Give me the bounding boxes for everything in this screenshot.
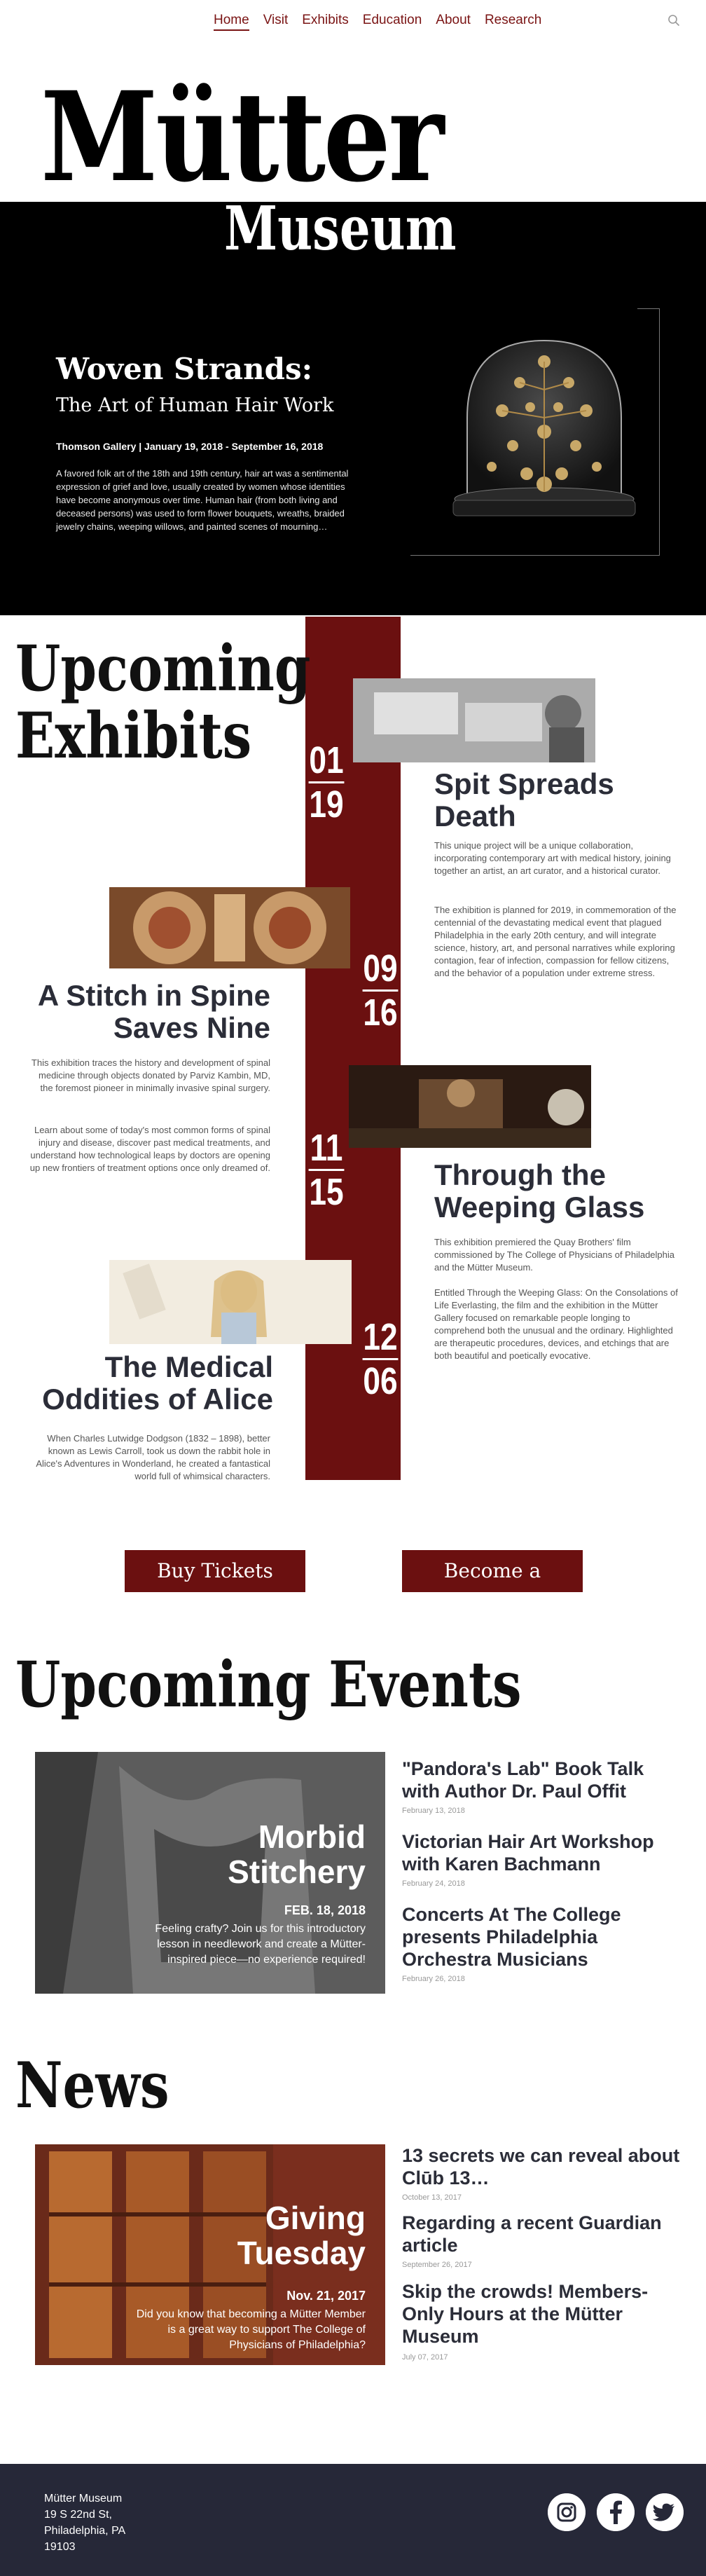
- featured-news-card[interactable]: Giving Tuesday Nov. 21, 2017 Did you kno…: [35, 2144, 385, 2365]
- nav-menu: Home Visit Exhibits Education About Rese…: [214, 13, 541, 31]
- buy-tickets-button[interactable]: Buy Tickets: [125, 1550, 305, 1592]
- instagram-icon[interactable]: [548, 2493, 586, 2531]
- footer-museum-name: Mütter Museum: [44, 2493, 123, 2505]
- exhibit-image-spit-spreads-death[interactable]: [353, 678, 595, 762]
- facebook-icon[interactable]: [597, 2493, 635, 2531]
- nav-item-exhibits[interactable]: Exhibits: [302, 13, 349, 31]
- featured-event-title-line1: Morbid: [258, 1818, 366, 1855]
- exhibit-image-alice[interactable]: [109, 1260, 352, 1344]
- featured-event-title-line2: Stitchery: [228, 1854, 366, 1890]
- hair-art-dome-image: [452, 339, 636, 516]
- event-list-date: February 26, 2018: [402, 1975, 465, 1983]
- exhibit-month: 12: [362, 1316, 399, 1360]
- featured-event-title: Morbid Stitchery: [228, 1819, 366, 1889]
- news-list-date: September 26, 2017: [402, 2261, 472, 2269]
- events-heading: Upcoming Events: [15, 1647, 522, 1722]
- become-member-button[interactable]: Become a Member: [402, 1550, 583, 1624]
- news-list-title[interactable]: Regarding a recent Guardian article: [402, 2212, 682, 2256]
- brand-logo-mutter[interactable]: Mütter: [41, 76, 444, 199]
- exhibit-date-12-06: 12 06: [362, 1316, 399, 1402]
- hero-description: A favored folk art of the 18th and 19th …: [56, 468, 349, 532]
- exhibits-heading-line2: Exhibits: [15, 699, 252, 773]
- nav-item-visit[interactable]: Visit: [263, 13, 289, 31]
- exhibit-description: When Charles Lutwidge Dodgson (1832 – 18…: [36, 1433, 270, 1481]
- top-nav: Home Visit Exhibits Education About Rese…: [0, 0, 706, 45]
- exhibits-heading: Upcoming Exhibits: [15, 635, 311, 769]
- exhibit-title[interactable]: Through the Weeping Glass: [434, 1159, 686, 1224]
- hero-title: Woven Strands:: [56, 352, 313, 386]
- exhibits-heading-line1: Upcoming: [15, 631, 311, 706]
- footer-address: Mütter Museum 19 S 22nd St, Philadelphia…: [44, 2491, 125, 2555]
- footer-zip: 19103: [44, 2541, 76, 2553]
- exhibit-title[interactable]: A Stitch in Spine Saves Nine: [14, 980, 270, 1044]
- exhibit-month: 01: [308, 739, 345, 783]
- hero-subtitle: The Art of Human Hair Work: [56, 395, 334, 416]
- exhibit-description: This unique project will be a unique col…: [434, 840, 671, 876]
- event-list-date: February 24, 2018: [402, 1879, 465, 1888]
- news-list-date: October 13, 2017: [402, 2193, 462, 2202]
- exhibit-day: 16: [363, 992, 398, 1034]
- nav-item-home[interactable]: Home: [214, 13, 249, 31]
- featured-news-date: Nov. 21, 2017: [286, 2289, 366, 2303]
- nav-item-research[interactable]: Research: [485, 13, 541, 31]
- exhibit-date-11-15: 11 15: [308, 1127, 345, 1213]
- featured-news-title-line1: Giving: [265, 2200, 366, 2236]
- footer: Mütter Museum 19 S 22nd St, Philadelphia…: [0, 2464, 706, 2576]
- nav-item-education[interactable]: Education: [363, 13, 422, 31]
- twitter-icon[interactable]: [646, 2493, 684, 2531]
- exhibit-month: 11: [308, 1127, 345, 1171]
- event-list-title[interactable]: "Pandora's Lab" Book Talk with Author Dr…: [402, 1758, 682, 1802]
- news-heading: News: [15, 2048, 169, 2123]
- exhibit-description: Learn about some of today's most common …: [29, 1125, 270, 1173]
- nav-item-about[interactable]: About: [436, 13, 471, 31]
- exhibit-title[interactable]: Spit Spreads Death: [434, 768, 672, 833]
- featured-event-text: Feeling crafty? Join us for this introdu…: [155, 1923, 366, 1966]
- event-list-title[interactable]: Concerts At The College presents Philade…: [402, 1903, 682, 1971]
- exhibit-image-weeping-glass[interactable]: [349, 1065, 591, 1148]
- exhibit-day: 19: [309, 783, 344, 825]
- footer-city: Philadelphia, PA: [44, 2525, 126, 2537]
- exhibit-description: This exhibition traces the history and d…: [31, 1057, 270, 1093]
- exhibit-date-09-16: 09 16: [362, 947, 399, 1034]
- exhibit-month: 09: [362, 947, 399, 992]
- brand-logo-museum[interactable]: Museum: [224, 199, 457, 259]
- news-list-title[interactable]: Skip the crowds! Members-Only Hours at t…: [402, 2280, 682, 2348]
- featured-news-title-line2: Tuesday: [237, 2235, 366, 2271]
- exhibit-description: This exhibition premiered the Quay Broth…: [434, 1237, 675, 1273]
- hero-gallery-dates: Thomson Gallery | January 19, 2018 - Sep…: [56, 441, 324, 452]
- featured-news-text: Did you know that becoming a Mütter Memb…: [136, 2308, 366, 2351]
- featured-event-date: FEB. 18, 2018: [284, 1903, 366, 1917]
- exhibit-date-01-19: 01 19: [308, 739, 345, 825]
- exhibit-day: 15: [309, 1171, 344, 1213]
- featured-news-title: Giving Tuesday: [237, 2200, 366, 2270]
- news-list-title[interactable]: 13 secrets we can reveal about Clūb 13…: [402, 2144, 682, 2189]
- news-list-date: July 07, 2017: [402, 2353, 448, 2362]
- exhibit-title[interactable]: The Medical Oddities of Alice: [14, 1351, 273, 1416]
- search-icon[interactable]: [667, 14, 680, 27]
- exhibit-day: 06: [363, 1360, 398, 1402]
- event-list-date: February 13, 2018: [402, 1807, 465, 1815]
- featured-event-card[interactable]: Morbid Stitchery FEB. 18, 2018 Feeling c…: [35, 1752, 385, 1994]
- exhibit-description: The exhibition is planned for 2019, in c…: [434, 905, 677, 978]
- footer-street: 19 S 22nd St,: [44, 2509, 112, 2521]
- exhibit-description: Entitled Through the Weeping Glass: On t…: [434, 1287, 678, 1361]
- exhibit-image-stitch-in-spine[interactable]: [109, 887, 350, 968]
- event-list-title[interactable]: Victorian Hair Art Workshop with Karen B…: [402, 1830, 682, 1875]
